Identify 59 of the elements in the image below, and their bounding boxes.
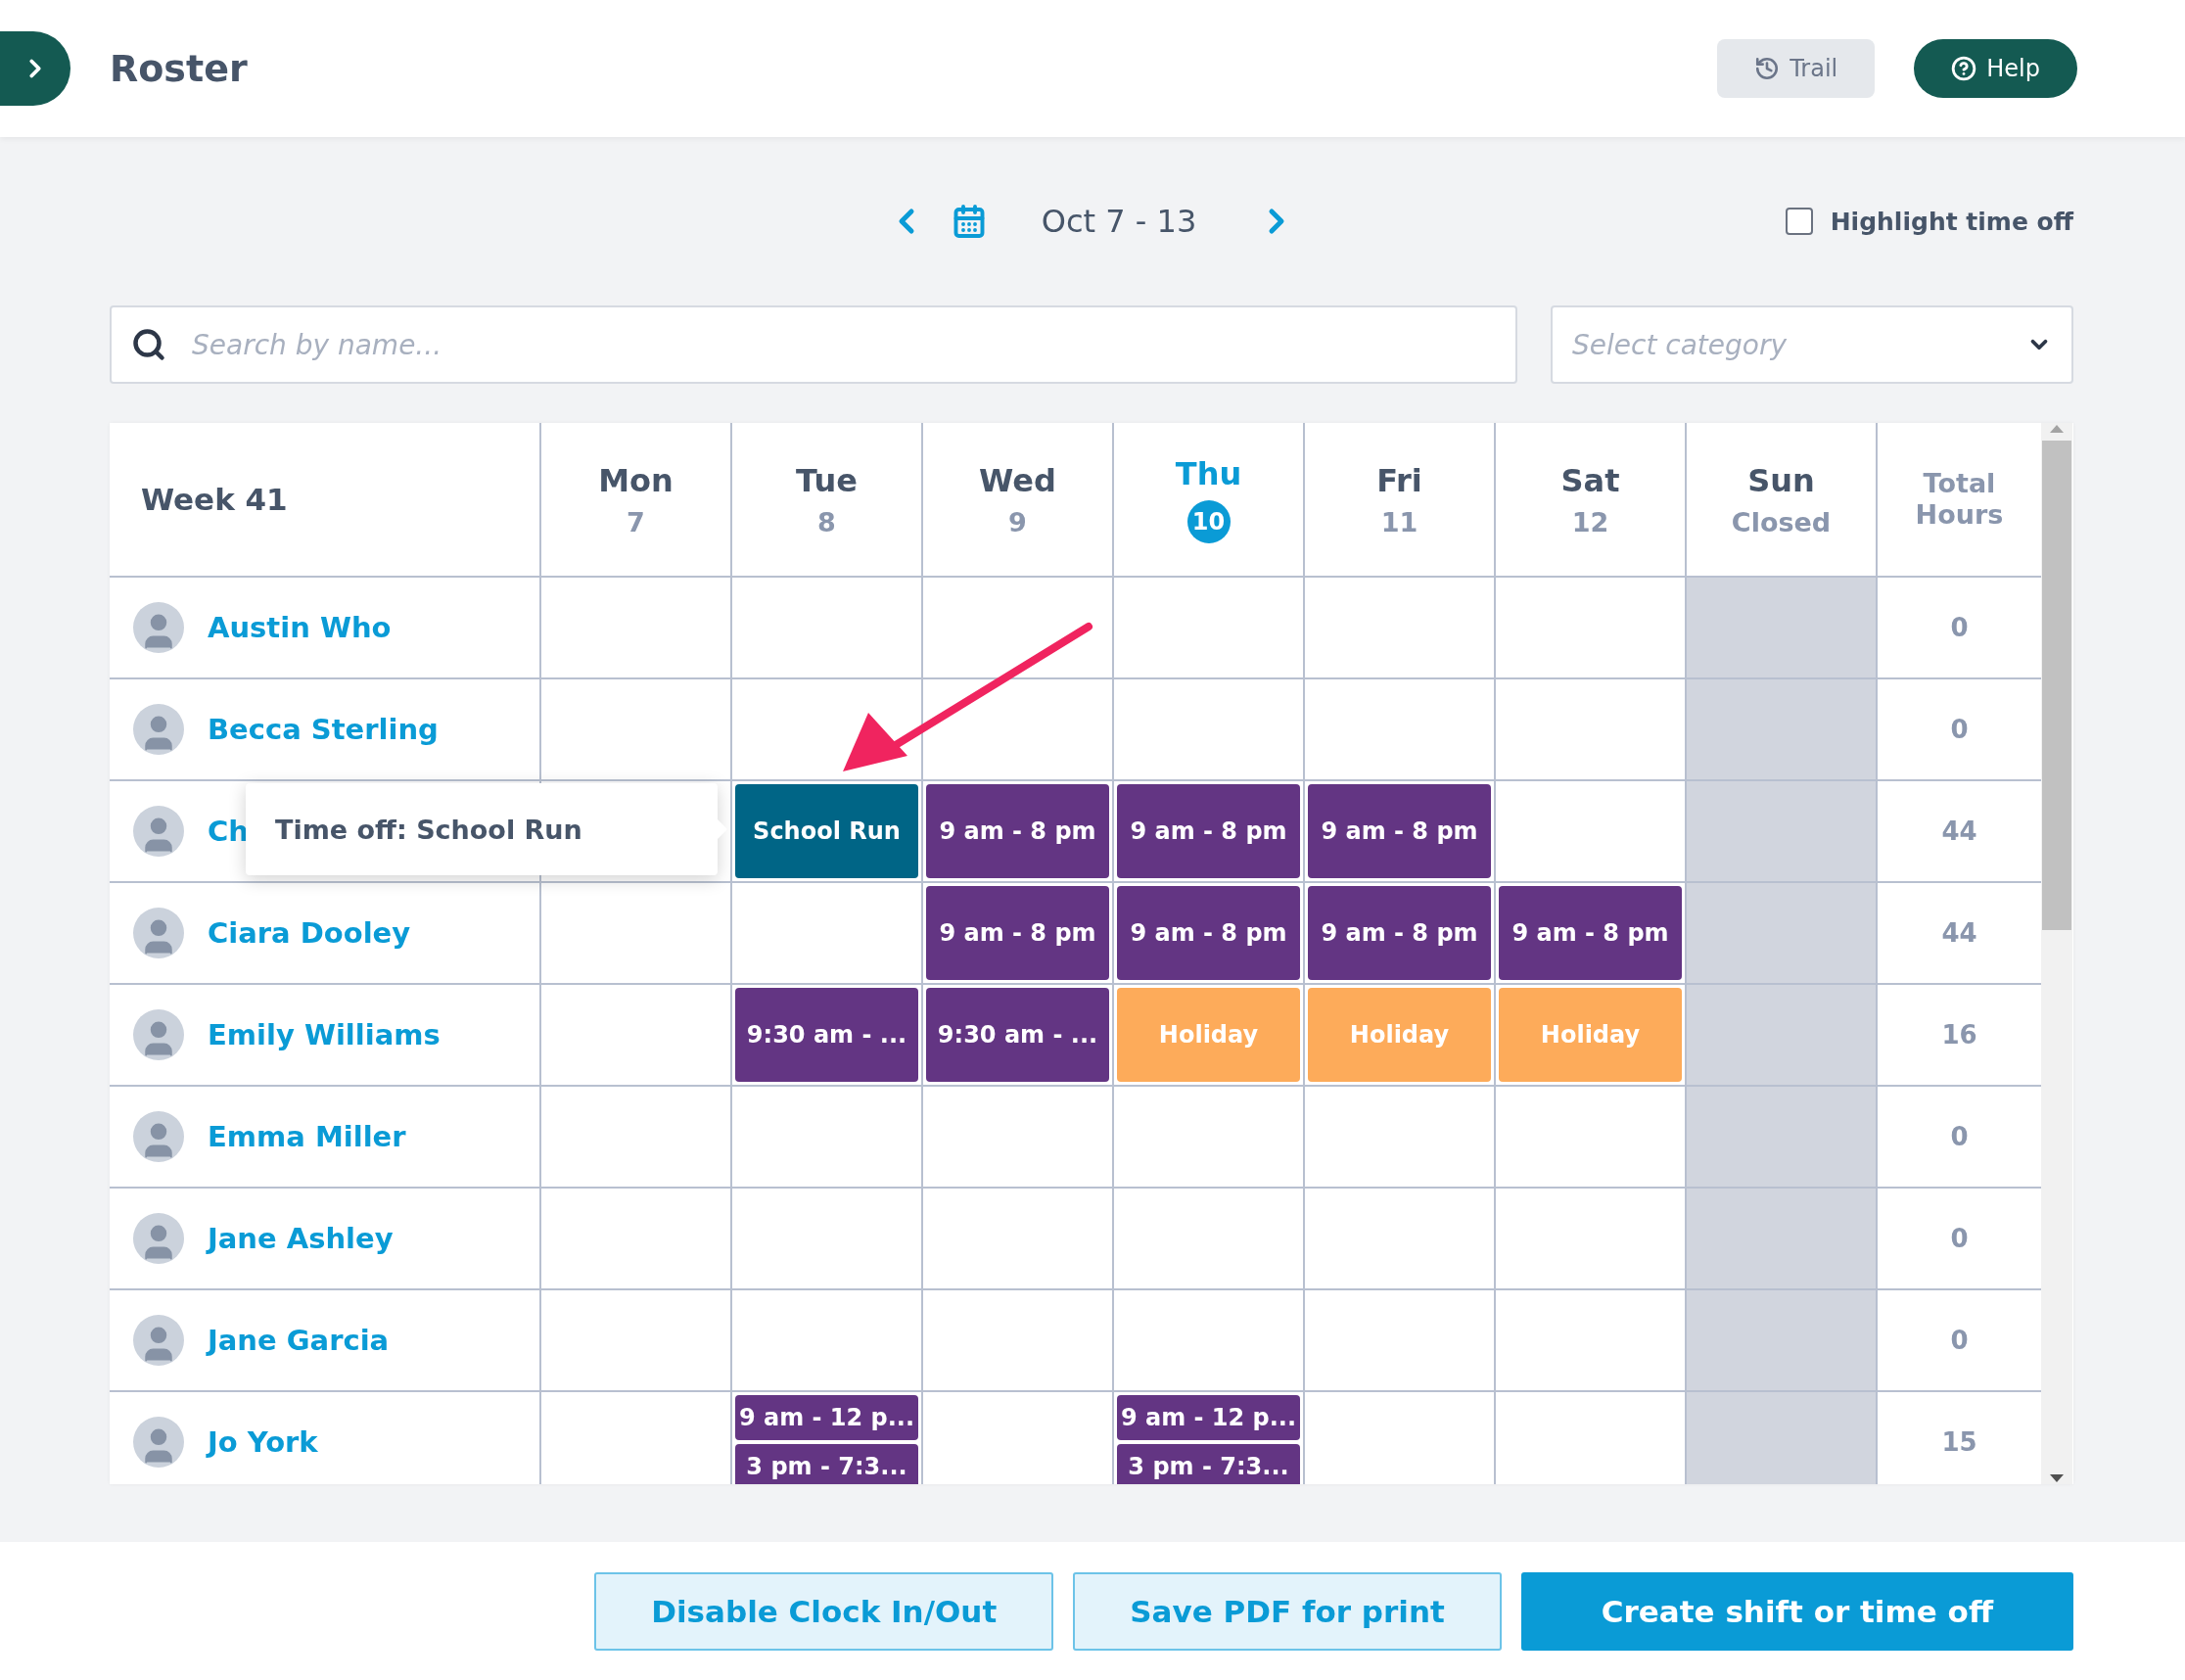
shift-block[interactable]: 3 pm - 7:3... [1117,1444,1300,1484]
avatar [133,806,184,857]
closed-day-cell[interactable] [1685,883,1876,983]
day-name: Thu [1175,455,1242,492]
avatar [133,908,184,958]
day-name: Mon [598,461,674,499]
day-date: 11 [1380,506,1418,537]
day-date: 9 [1008,506,1027,537]
closed-day-cell[interactable] [1685,679,1876,779]
day-cell[interactable] [1494,1392,1685,1484]
page-title: Roster [110,47,249,90]
day-cell[interactable]: 9 am - 12 p... 3 pm - 7:3... [1112,1392,1303,1484]
closed-day-cell[interactable] [1685,578,1876,677]
shift-block[interactable]: 3 pm - 7:3... [735,1444,918,1484]
closed-day-cell[interactable] [1685,985,1876,1085]
day-name: Sat [1560,461,1620,499]
closed-day-cell[interactable] [1685,1290,1876,1390]
history-button[interactable]: Trail [1717,39,1876,98]
day-date: 12 [1571,506,1609,537]
avatar [133,1009,184,1060]
closed-day-cell[interactable] [1685,1189,1876,1288]
closed-day-cell[interactable] [1685,781,1876,881]
avatar [133,1315,184,1366]
shift-block[interactable]: 9 am - 12 p... [735,1395,918,1440]
day-name: Sun [1747,461,1815,499]
column-header: Total Hours [1914,467,2005,532]
search-bar[interactable]: Search by name... [110,305,1517,384]
avatar [133,704,184,755]
day-cell[interactable]: 9 am - 12 p... 3 pm - 7:3... [730,1392,921,1484]
help-icon [1951,56,1977,81]
checkbox[interactable] [1785,208,1813,235]
search-icon [131,327,166,362]
week-label: Week 41 [141,482,288,517]
checkbox-label: Highlight time off [1830,207,2073,236]
avatar [133,1111,184,1162]
closed-day-cell[interactable] [1685,1087,1876,1187]
avatar [133,602,184,653]
today-date-badge: 10 [1186,500,1231,543]
day-date: Closed [1731,506,1832,537]
scroll-down-icon[interactable] [2049,1472,2065,1484]
avatar [133,1213,184,1264]
day-name: Fri [1376,461,1422,499]
avatar [133,1417,184,1468]
day-name: Tue [796,461,858,499]
day-cell[interactable] [1303,1392,1494,1484]
scroll-up-icon[interactable] [2049,423,2065,435]
history-icon [1754,56,1781,81]
date-range: Oct 7 - 13 [1041,203,1197,240]
day-cell[interactable] [921,1392,1112,1484]
closed-day-cell[interactable] [1685,1392,1876,1484]
help-button[interactable]: Help [1914,39,2077,98]
day-name: Wed [979,461,1056,499]
sidebar-toggle-button[interactable] [0,31,70,106]
scrollbar[interactable] [2041,423,2072,1484]
tooltip: Time off: School Run [246,783,718,875]
day-cell[interactable] [539,1392,730,1484]
day-date: 7 [627,506,645,537]
day-date: 8 [817,506,836,537]
shift-block[interactable]: 9 am - 12 p... [1117,1395,1300,1440]
